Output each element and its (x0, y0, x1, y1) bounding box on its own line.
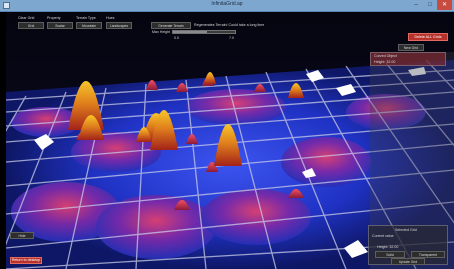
max-height-slider[interactable] (172, 30, 236, 34)
menu-header-hues: Hues (106, 16, 115, 20)
grid-list-item[interactable]: Curved Object (374, 54, 397, 58)
hues-button[interactable]: Landscapes (106, 22, 132, 29)
max-height-slider-fill (173, 31, 208, 33)
current-value-label: Current value (372, 234, 394, 238)
slider-min-value: 0.0 (174, 36, 179, 40)
grid-list-item[interactable]: Height: 32.00 (374, 60, 395, 64)
title-bar[interactable]: InfinitaGrid.ap – □ ✕ (0, 0, 454, 12)
menu-header-property: Property (47, 16, 61, 20)
transparent-button[interactable]: Transparent (411, 251, 445, 258)
return-to-desktop-button[interactable]: Return to desktop (10, 257, 42, 264)
delete-all-grids-button[interactable]: Delete ALL Grids (408, 33, 448, 41)
application-window: InfinitaGrid.ap – □ ✕ Clear Grid Propert… (0, 0, 454, 269)
grid-list-panel[interactable]: Curved Object Height: 32.00 (370, 52, 446, 66)
close-button[interactable]: ✕ (437, 0, 452, 10)
property-button[interactable]: Scalar (47, 22, 73, 29)
terrain-type-button[interactable]: Mountain (76, 22, 102, 29)
hide-button[interactable]: Hide (10, 232, 34, 239)
generate-terrain-button[interactable]: Generate Terrain (151, 22, 191, 29)
slider-max-value: 7.0 (229, 36, 234, 40)
menu-header-terrain-type: Terrain Type (76, 16, 96, 20)
regenerate-info-text: Regenerates Terrain! Could take a long t… (194, 23, 265, 27)
window-title: InfinitaGrid.ap (211, 1, 243, 7)
max-height-label: Max Height (152, 30, 171, 34)
minimize-button[interactable]: – (410, 0, 422, 10)
update-grid-button[interactable]: Update Grid (391, 258, 425, 265)
height-label: Height: 32.00 (377, 245, 399, 249)
menu-header-clear-grid: Clear Grid (18, 16, 35, 20)
clear-grid-button[interactable]: Grid (18, 22, 44, 29)
selected-grid-panel: Selected Grid Current value Height: 32.0… (368, 225, 448, 265)
selected-grid-title: Selected Grid (395, 228, 417, 232)
maximize-button[interactable]: □ (424, 0, 436, 10)
solid-button[interactable]: Solid (375, 251, 405, 258)
new-grid-button[interactable]: New Grid (398, 44, 424, 51)
